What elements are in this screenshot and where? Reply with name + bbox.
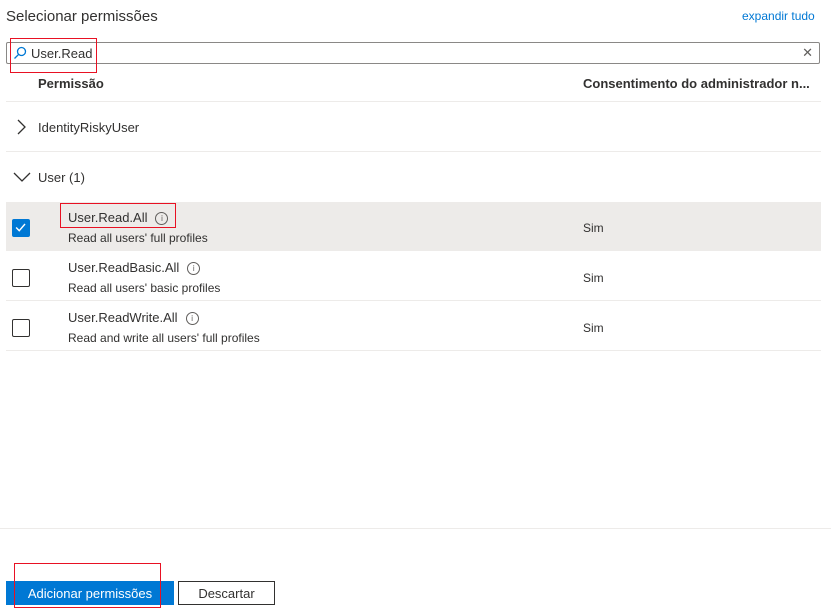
expand-all-link[interactable]: expandir tudo: [742, 9, 815, 23]
group-label: IdentityRiskyUser: [38, 120, 140, 135]
checkmark-icon: [15, 223, 26, 232]
info-icon[interactable]: i: [185, 312, 199, 325]
close-icon[interactable]: ✕: [802, 45, 813, 61]
column-header-permission: Permissão: [38, 76, 104, 91]
permission-checkbox[interactable]: [12, 319, 30, 337]
search-input[interactable]: User.Read ✕: [6, 42, 820, 64]
panel-title: Selecionar permissões: [6, 8, 158, 25]
add-permissions-button[interactable]: Adicionar permissões: [6, 581, 174, 605]
permission-description: Read all users' basic profiles: [68, 281, 221, 295]
group-label: User (1): [38, 170, 85, 185]
discard-button[interactable]: Descartar: [178, 581, 275, 605]
permission-name: User.ReadBasic.All: [68, 260, 180, 275]
footer-divider: [0, 528, 831, 529]
column-header-admin-consent: Consentimento do administrador n...: [583, 76, 810, 91]
permission-description: Read and write all users' full profiles: [68, 331, 260, 345]
chevron-right-icon: [17, 119, 26, 135]
group-row-identityriskyuser[interactable]: IdentityRiskyUser: [6, 102, 821, 151]
admin-consent-value: Sim: [583, 271, 604, 285]
admin-consent-value: Sim: [583, 321, 604, 335]
search-value: User.Read: [31, 46, 93, 61]
info-icon[interactable]: i: [187, 262, 201, 275]
permission-checkbox[interactable]: [12, 269, 30, 287]
permission-description: Read all users' full profiles: [68, 231, 208, 245]
chevron-down-icon: [13, 172, 31, 182]
permission-row-user-read-all[interactable]: User.Read.All i Read all users' full prof…: [6, 202, 821, 251]
permission-checkbox[interactable]: [12, 219, 30, 237]
permission-row-user-readbasic-all[interactable]: User.ReadBasic.All i Read all users' basi…: [6, 252, 821, 301]
permission-row-user-readwrite-all[interactable]: User.ReadWrite.All i Read and write all u…: [6, 302, 821, 351]
permission-name: User.Read.All: [68, 210, 148, 225]
group-row-user[interactable]: User (1): [6, 152, 821, 201]
admin-consent-value: Sim: [583, 221, 604, 235]
info-icon[interactable]: i: [155, 212, 169, 225]
permission-name: User.ReadWrite.All: [68, 310, 178, 325]
search-icon: [14, 46, 27, 59]
